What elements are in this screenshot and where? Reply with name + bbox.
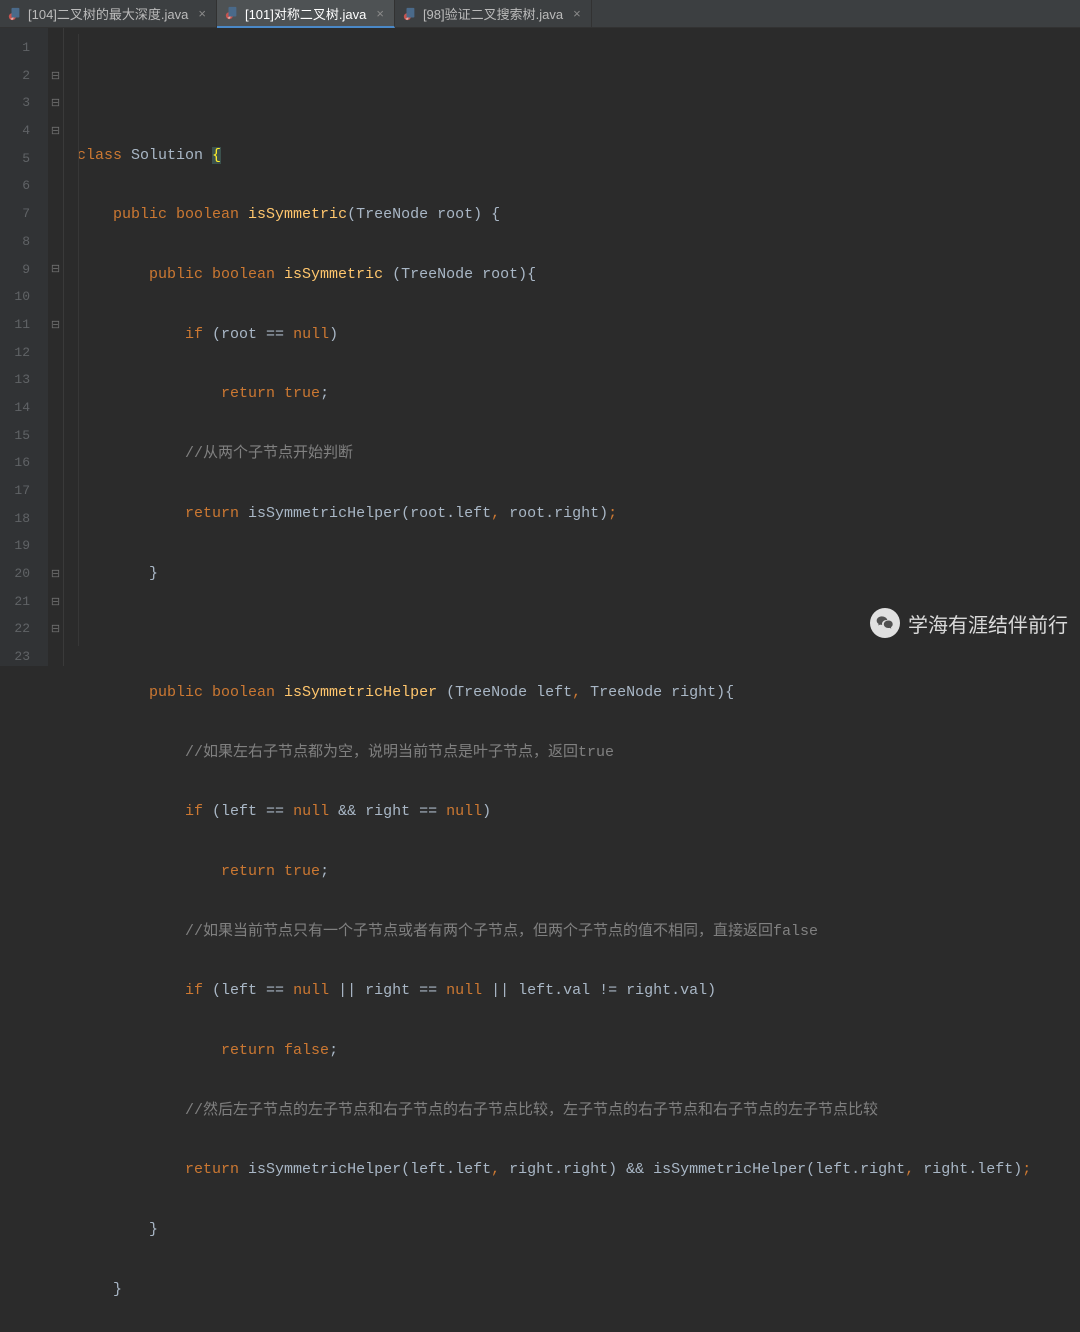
line-number: 17 — [0, 477, 48, 505]
fold-open-icon[interactable]: ⊟ — [48, 311, 63, 339]
code-line: if (left == null && right == null) — [64, 798, 1080, 826]
fold-spacer — [48, 228, 63, 256]
line-number: 20 — [0, 560, 48, 588]
fold-close-icon[interactable]: ⊟ — [48, 615, 63, 643]
line-number: 1 — [0, 34, 48, 62]
code-line: return true; — [64, 858, 1080, 886]
line-number: 18 — [0, 505, 48, 533]
line-number-gutter: 1234567891011121314151617181920212223 — [0, 28, 48, 666]
code-line: //如果左右子节点都为空，说明当前节点是叶子节点，返回true — [64, 739, 1080, 767]
code-line — [64, 82, 1080, 110]
code-content[interactable]: class Solution { public boolean isSymmet… — [64, 28, 1080, 666]
fold-spacer — [48, 505, 63, 533]
fold-close-icon[interactable]: ⊟ — [48, 256, 63, 284]
fold-open-icon[interactable]: ⊟ — [48, 89, 63, 117]
line-number: 11 — [0, 311, 48, 339]
code-line: return isSymmetricHelper(root.left, root… — [64, 500, 1080, 528]
close-icon[interactable]: × — [573, 6, 581, 21]
fold-spacer — [48, 34, 63, 62]
line-number: 14 — [0, 394, 48, 422]
code-line: if (left == null || right == null || lef… — [64, 977, 1080, 1005]
code-line: return true; — [64, 380, 1080, 408]
tab-file-101[interactable]: J [101]对称二叉树.java × — [217, 0, 395, 28]
fold-spacer — [48, 366, 63, 394]
code-line: class Solution { — [64, 142, 1080, 170]
line-number: 8 — [0, 228, 48, 256]
code-line: if (root == null) — [64, 321, 1080, 349]
code-line: //从两个子节点开始判断 — [64, 440, 1080, 468]
fold-close-icon[interactable]: ⊟ — [48, 588, 63, 616]
code-line: public boolean isSymmetric(TreeNode root… — [64, 201, 1080, 229]
code-line: return false; — [64, 1037, 1080, 1065]
code-line: public boolean isSymmetricHelper (TreeNo… — [64, 679, 1080, 707]
fold-spacer — [48, 422, 63, 450]
code-line: } — [64, 1276, 1080, 1304]
line-number: 6 — [0, 172, 48, 200]
fold-spacer — [48, 394, 63, 422]
tab-label: [101]对称二叉树.java — [245, 4, 366, 23]
line-number: 4 — [0, 117, 48, 145]
fold-close-icon[interactable]: ⊟ — [48, 560, 63, 588]
code-line: //然后左子节点的左子节点和右子节点的右子节点比较，左子节点的右子节点和右子节点… — [64, 1097, 1080, 1125]
code-editor: 1234567891011121314151617181920212223 ⊟⊟… — [0, 28, 1080, 666]
fold-spacer — [48, 172, 63, 200]
wechat-icon — [870, 608, 900, 638]
line-number: 15 — [0, 422, 48, 450]
line-number: 16 — [0, 449, 48, 477]
code-line: return isSymmetricHelper(left.left, righ… — [64, 1156, 1080, 1184]
fold-spacer — [48, 643, 63, 671]
tab-label: [104]二叉树的最大深度.java — [28, 4, 188, 23]
line-number: 12 — [0, 339, 48, 367]
watermark-text: 学海有涯结伴前行 — [908, 609, 1068, 638]
editor-tab-bar: J [104]二叉树的最大深度.java × J [101]对称二叉树.java… — [0, 0, 1080, 28]
fold-spacer — [48, 145, 63, 173]
java-file-icon: J — [403, 7, 417, 21]
watermark: 学海有涯结伴前行 — [870, 608, 1068, 638]
close-icon[interactable]: × — [198, 6, 206, 21]
fold-column: ⊟⊟⊟⊟⊟⊟⊟⊟ — [48, 28, 64, 666]
line-number: 23 — [0, 643, 48, 671]
line-number: 3 — [0, 89, 48, 117]
line-number: 22 — [0, 615, 48, 643]
line-number: 5 — [0, 145, 48, 173]
line-number: 2 — [0, 62, 48, 90]
line-number: 19 — [0, 532, 48, 560]
code-line: } — [64, 560, 1080, 588]
code-line: } — [64, 1216, 1080, 1244]
fold-spacer — [48, 477, 63, 505]
fold-spacer — [48, 200, 63, 228]
line-number: 10 — [0, 283, 48, 311]
code-line: public boolean isSymmetric (TreeNode roo… — [64, 261, 1080, 289]
fold-spacer — [48, 532, 63, 560]
line-number: 7 — [0, 200, 48, 228]
line-number: 13 — [0, 366, 48, 394]
fold-open-icon[interactable]: ⊟ — [48, 117, 63, 145]
fold-spacer — [48, 449, 63, 477]
fold-spacer — [48, 283, 63, 311]
line-number: 9 — [0, 256, 48, 284]
close-icon[interactable]: × — [376, 6, 384, 21]
fold-spacer — [48, 339, 63, 367]
fold-open-icon[interactable]: ⊟ — [48, 62, 63, 90]
line-number: 21 — [0, 588, 48, 616]
tab-file-98[interactable]: J [98]验证二叉搜索树.java × — [395, 0, 592, 27]
tab-file-104[interactable]: J [104]二叉树的最大深度.java × — [0, 0, 217, 27]
code-line: //如果当前节点只有一个子节点或者有两个子节点，但两个子节点的值不相同，直接返回… — [64, 918, 1080, 946]
java-file-icon: J — [225, 6, 239, 20]
tab-label: [98]验证二叉搜索树.java — [423, 4, 563, 23]
java-file-icon: J — [8, 7, 22, 21]
